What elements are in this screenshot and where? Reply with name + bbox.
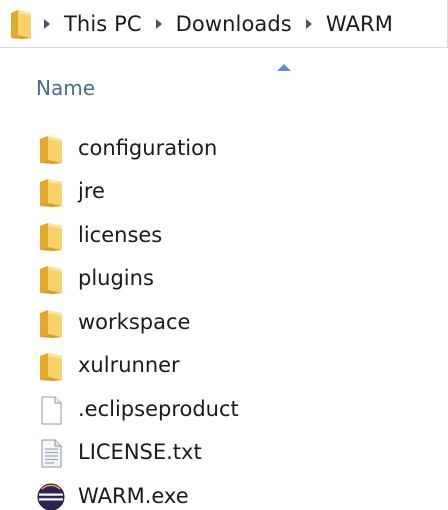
breadcrumb-item-downloads[interactable]: Downloads xyxy=(176,12,292,36)
address-bar[interactable]: This PC Downloads WARM xyxy=(0,0,448,48)
chevron-right-icon[interactable] xyxy=(44,19,50,29)
text-file-icon xyxy=(41,439,62,468)
list-item[interactable]: jre xyxy=(0,171,448,211)
folder-icon xyxy=(40,136,62,164)
chevron-right-icon[interactable] xyxy=(305,19,312,29)
list-item[interactable]: plugins xyxy=(0,258,448,298)
folder-icon xyxy=(11,10,31,39)
list-item[interactable]: licenses xyxy=(0,215,448,255)
folder-icon xyxy=(40,266,62,294)
folder-icon xyxy=(40,179,62,207)
list-item[interactable]: LICENSE.txt xyxy=(0,432,448,472)
file-name: jre xyxy=(78,179,105,203)
name-column-header[interactable]: Name xyxy=(36,76,95,100)
file-name: xulrunner xyxy=(78,353,180,377)
file-name: workspace xyxy=(78,310,191,334)
chevron-right-icon[interactable] xyxy=(155,19,162,29)
breadcrumb-item-this-pc[interactable]: This PC xyxy=(64,12,142,36)
folder-icon xyxy=(40,223,62,251)
eclipse-app-icon xyxy=(37,483,65,510)
folder-icon xyxy=(40,310,62,338)
file-name: licenses xyxy=(78,223,163,247)
explorer-window: This PC Downloads WARM Name configuratio… xyxy=(0,0,448,510)
file-name: configuration xyxy=(78,136,218,160)
file-name: LICENSE.txt xyxy=(78,440,202,464)
sort-ascending-icon xyxy=(277,64,291,71)
file-name: .eclipseproduct xyxy=(78,397,239,421)
list-item[interactable]: configuration xyxy=(0,128,448,168)
breadcrumb: This PC Downloads WARM xyxy=(40,0,393,48)
file-name: WARM.exe xyxy=(78,484,189,508)
list-item[interactable]: xulrunner xyxy=(0,345,448,385)
list-item[interactable]: .eclipseproduct xyxy=(0,389,448,429)
breadcrumb-item-warm[interactable]: WARM xyxy=(326,12,393,36)
blank-file-icon xyxy=(41,396,62,425)
folder-icon xyxy=(40,353,62,381)
file-name: plugins xyxy=(78,266,154,290)
list-item[interactable]: workspace xyxy=(0,302,448,342)
list-item[interactable]: WARM.exe xyxy=(0,476,448,510)
